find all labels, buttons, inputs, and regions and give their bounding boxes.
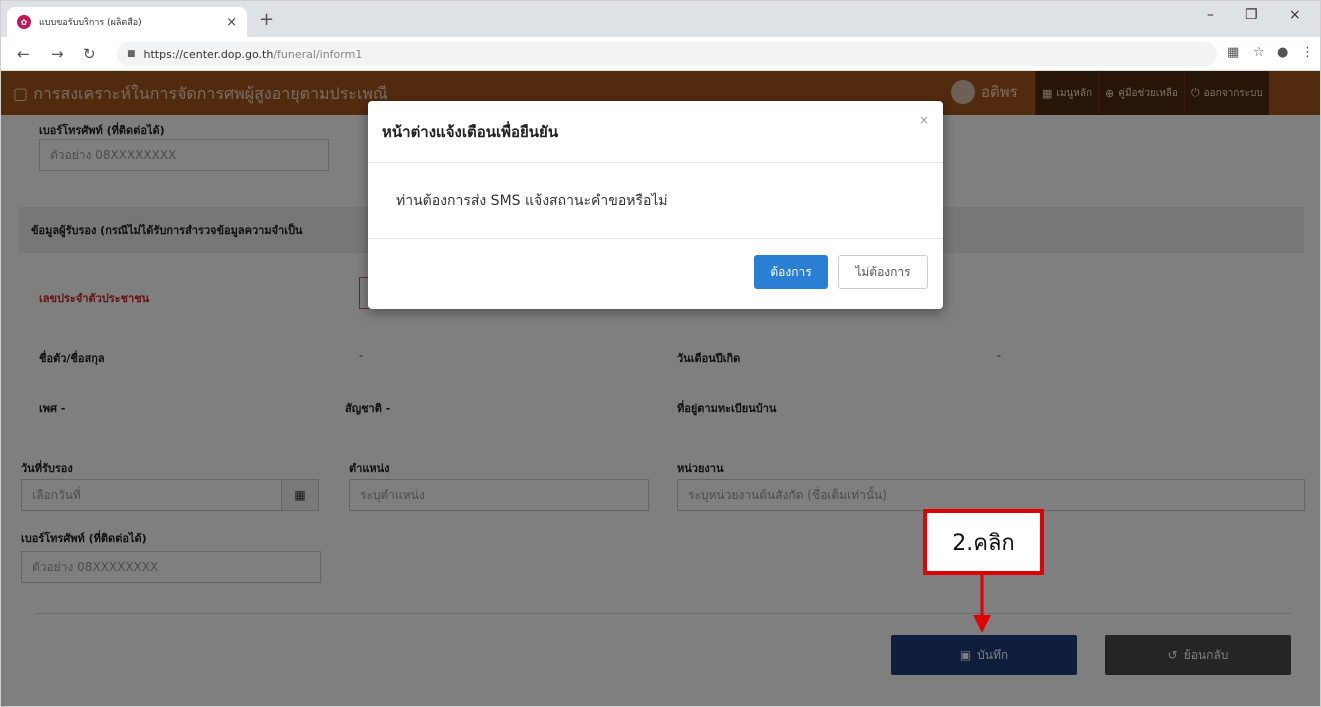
back-arrow-icon[interactable]: ← [17, 45, 30, 63]
maximize-button[interactable]: ❐ [1245, 7, 1258, 23]
address-bar-row: ← → ↻ ■ https://center.dop.go.th /funera… [1, 37, 1320, 71]
site-favicon-icon: ✿ [17, 15, 31, 29]
tab-title: แบบขอรับบริการ (ผลิตสือ) [39, 18, 142, 28]
url-path: /funeral/inform1 [273, 47, 363, 61]
lock-icon: ■ [127, 49, 136, 59]
annotation-arrow-icon [973, 575, 991, 633]
translate-icon[interactable]: ▦ [1227, 45, 1239, 60]
confirm-yes-button[interactable]: ต้องการ [754, 255, 828, 289]
url-host: https://center.dop.go.th [143, 47, 274, 61]
browser-window: ✿ แบบขอรับบริการ (ผลิตสือ) × + – ❐ × ← →… [0, 0, 1321, 707]
modal-close-icon[interactable]: × [919, 113, 929, 127]
modal-message: ท่านต้องการส่ง SMS แจ้งสถานะคำขอหรือไม่ [368, 163, 943, 239]
browser-tab[interactable]: ✿ แบบขอรับบริการ (ผลิตสือ) × [7, 7, 247, 37]
modal-title: หน้าต่างแจ้งเตือนเพื่อยืนยัน [368, 101, 943, 163]
annotation-callout: 2.คลิก [923, 509, 1044, 575]
profile-icon[interactable]: ● [1277, 45, 1288, 60]
new-tab-button[interactable]: + [259, 9, 274, 30]
forward-arrow-icon[interactable]: → [51, 45, 64, 63]
bookmark-star-icon[interactable]: ☆ [1253, 45, 1265, 60]
minimize-button[interactable]: – [1207, 7, 1214, 23]
confirm-modal: หน้าต่างแจ้งเตือนเพื่อยืนยัน × ท่านต้องก… [368, 101, 943, 309]
reload-icon[interactable]: ↻ [83, 45, 96, 63]
close-window-button[interactable]: × [1289, 7, 1301, 23]
browser-menu-icon[interactable]: ⋮ [1301, 45, 1314, 60]
modal-footer: ต้องการ ไม่ต้องการ [368, 239, 943, 307]
confirm-no-button[interactable]: ไม่ต้องการ [838, 255, 928, 289]
url-field[interactable]: ■ https://center.dop.go.th /funeral/info… [117, 42, 1217, 66]
tab-bar: ✿ แบบขอรับบริการ (ผลิตสือ) × + – ❐ × [1, 1, 1320, 37]
tab-close-icon[interactable]: × [226, 15, 237, 30]
